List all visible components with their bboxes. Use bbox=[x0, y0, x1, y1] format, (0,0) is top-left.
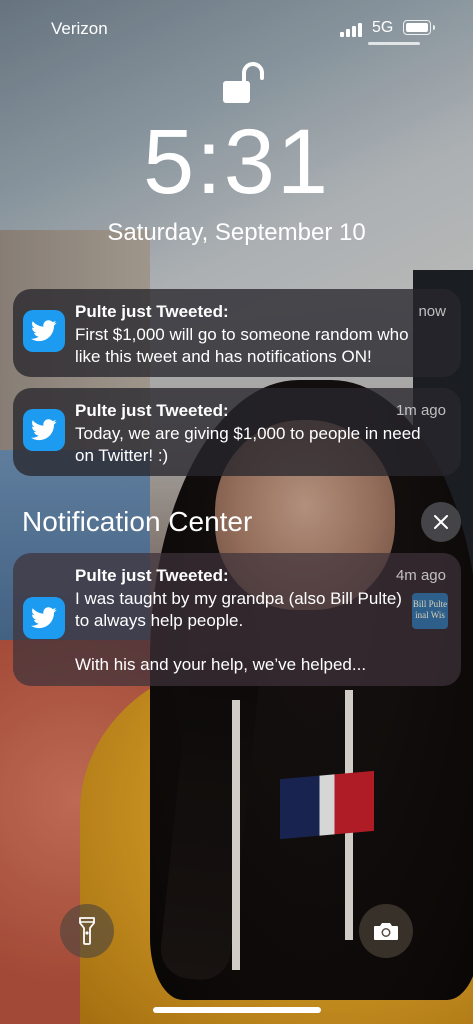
notification-body-line: With his and your help, we’ve helped... bbox=[75, 655, 367, 674]
network-type: 5G bbox=[372, 19, 394, 36]
camera-icon bbox=[374, 923, 398, 940]
unlocked-padlock-icon bbox=[223, 62, 264, 103]
control-center-handle[interactable] bbox=[368, 42, 420, 45]
lock-date: Saturday, September 10 bbox=[107, 219, 366, 246]
notification-age: 1m ago bbox=[395, 402, 446, 419]
notification-body: I was taught by my grandpa (also Bill Pu… bbox=[75, 588, 405, 676]
notification-card[interactable]: Pulte just Tweeted: 1m ago Today, we are… bbox=[13, 388, 461, 476]
clear-notifications-button[interactable] bbox=[421, 502, 461, 542]
notification-title: Pulte just Tweeted: bbox=[75, 401, 229, 420]
notification-body: First $1,000 will go to someone random w… bbox=[75, 325, 409, 366]
camera-button[interactable] bbox=[359, 904, 413, 958]
home-indicator[interactable] bbox=[153, 1007, 321, 1013]
battery-icon bbox=[403, 20, 435, 35]
twitter-bird-icon bbox=[23, 597, 65, 639]
notification-card[interactable]: Pulte just Tweeted: 4m ago I was taught … bbox=[13, 553, 461, 686]
twitter-bird-icon bbox=[23, 409, 65, 451]
notification-body: Today, we are giving $1,000 to people in… bbox=[75, 424, 421, 465]
flashlight-icon bbox=[79, 917, 95, 945]
status-bar: Verizon 5G bbox=[0, 0, 473, 56]
notification-title: Pulte just Tweeted: bbox=[75, 302, 229, 321]
notification-body-line: I was taught by my grandpa (also Bill Pu… bbox=[75, 589, 402, 630]
notification-age: now bbox=[418, 303, 446, 320]
twitter-bird-icon bbox=[23, 310, 65, 352]
notification-age: 4m ago bbox=[395, 567, 446, 584]
notification-card[interactable]: Pulte just Tweeted: now First $1,000 wil… bbox=[13, 289, 461, 377]
flashlight-button[interactable] bbox=[60, 904, 114, 958]
lock-time: 5:31 bbox=[142, 111, 331, 213]
close-x-icon bbox=[434, 515, 448, 529]
notification-title: Pulte just Tweeted: bbox=[75, 566, 229, 585]
cellular-signal-icon bbox=[340, 23, 366, 37]
notification-thumbnail: Bill Pulte inal Wis bbox=[412, 593, 448, 629]
carrier-name: Verizon bbox=[51, 19, 108, 38]
notification-center-title: Notification Center bbox=[22, 506, 253, 537]
